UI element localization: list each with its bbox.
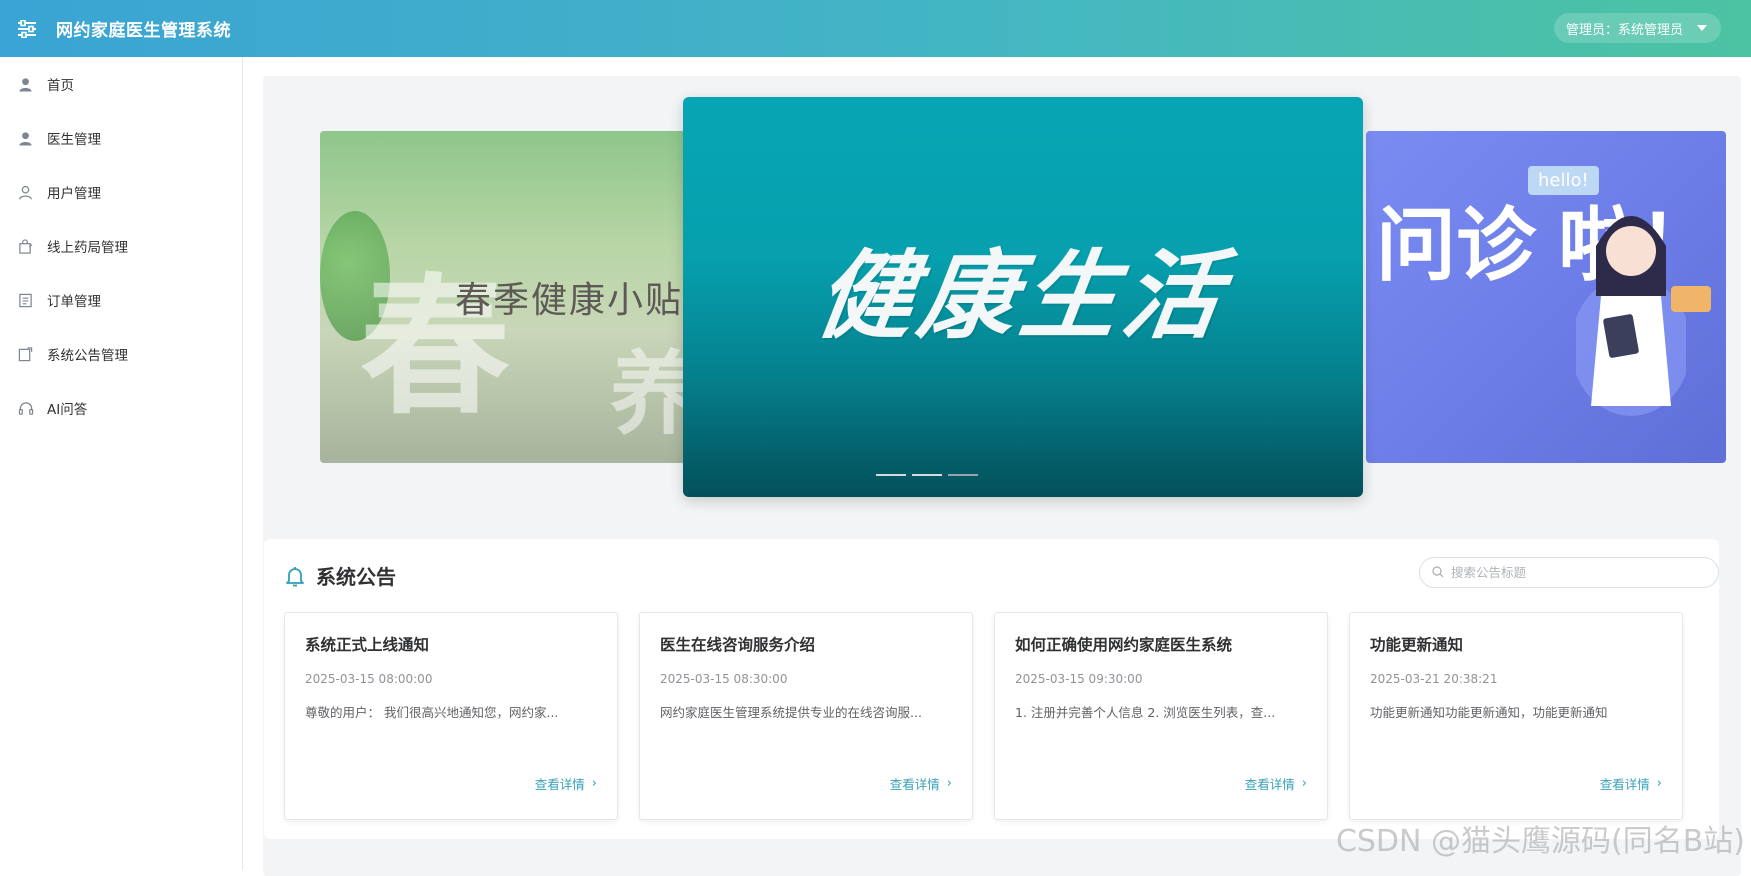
notice-date: 2025-03-15 09:30:00 xyxy=(1015,672,1307,686)
notice-title: 系统正式上线通知 xyxy=(305,633,597,655)
section-header: 系统公告 xyxy=(284,561,396,590)
banner-carousel: 春 养 春季健康小贴 问诊 啦！ hello! 健康生活 xyxy=(263,76,1741,526)
notice-date: 2025-03-15 08:00:00 xyxy=(305,672,597,686)
notice-card[interactable]: 医生在线咨询服务介绍 2025-03-15 08:30:00 网约家庭医生管理系… xyxy=(639,612,973,820)
notice-card[interactable]: 系统正式上线通知 2025-03-15 08:00:00 尊敬的用户： 我们很高… xyxy=(284,612,618,820)
view-details-label: 查看详情 xyxy=(535,774,585,793)
search-input[interactable] xyxy=(1451,565,1701,580)
carousel-indicators xyxy=(876,474,978,476)
shopping-bag-icon xyxy=(17,238,34,255)
user-menu-button[interactable]: 管理员：系统管理员 xyxy=(1554,13,1721,43)
sidebar-item-label: 系统公告管理 xyxy=(47,344,128,364)
sidebar-item-label: 订单管理 xyxy=(47,290,101,310)
user-outline-icon xyxy=(17,184,34,201)
carousel-indicator-active[interactable] xyxy=(948,474,978,476)
view-details-link[interactable]: 查看详情 › xyxy=(535,774,597,793)
carousel-slide-consult[interactable]: 问诊 啦！ hello! xyxy=(1366,131,1726,463)
calligraphy-decoration: 春 xyxy=(360,226,510,443)
slide-caption: 健康生活 xyxy=(809,218,1237,357)
carousel-slide-healthy-life[interactable]: 健康生活 xyxy=(683,97,1363,497)
notice-summary: 1. 注册并完善个人信息 2. 浏览医生列表，查... xyxy=(1015,702,1307,721)
notice-summary: 网约家庭医生管理系统提供专业的在线咨询服... xyxy=(660,702,952,721)
slide-caption: 春季健康小贴 xyxy=(455,271,683,323)
document-icon xyxy=(17,292,34,309)
view-details-label: 查看详情 xyxy=(890,774,940,793)
user-label: 管理员：系统管理员 xyxy=(1566,19,1683,38)
notebook-icon xyxy=(17,346,34,363)
notice-title: 如何正确使用网约家庭医生系统 xyxy=(1015,633,1307,655)
chevron-right-icon: › xyxy=(1302,776,1307,791)
chevron-right-icon: › xyxy=(1657,776,1662,791)
chat-bubble-decoration xyxy=(1671,286,1711,312)
notice-title: 功能更新通知 xyxy=(1370,633,1662,655)
announcements-section: 系统公告 系统正式上线通知 2025-03-15 08:00:00 尊敬的用户：… xyxy=(264,539,1719,839)
sidebar-item-announcements[interactable]: 系统公告管理 xyxy=(0,327,242,381)
sidebar-item-home[interactable]: 首页 xyxy=(0,57,242,111)
notice-card[interactable]: 功能更新通知 2025-03-21 20:38:21 功能更新通知功能更新通知，… xyxy=(1349,612,1683,820)
caret-down-icon xyxy=(1697,25,1707,31)
user-icon xyxy=(17,130,34,147)
carousel-slide-spring[interactable]: 春 养 春季健康小贴 xyxy=(320,131,706,463)
notice-title: 医生在线咨询服务介绍 xyxy=(660,633,952,655)
sidebar-item-label: 用户管理 xyxy=(47,182,101,202)
notice-summary: 功能更新通知功能更新通知，功能更新通知 xyxy=(1370,702,1662,721)
chevron-right-icon: › xyxy=(592,776,597,791)
notice-list: 系统正式上线通知 2025-03-15 08:00:00 尊敬的用户： 我们很高… xyxy=(284,612,1683,820)
carousel-indicator[interactable] xyxy=(876,474,906,476)
sidebar-item-label: 医生管理 xyxy=(47,128,101,148)
user-icon xyxy=(17,76,34,93)
watermark: CSDN @猫头鹰源码(同名B站) xyxy=(1336,816,1745,860)
sidebar-item-pharmacy[interactable]: 线上药局管理 xyxy=(0,219,242,273)
notice-summary: 尊敬的用户： 我们很高兴地通知您，网约家... xyxy=(305,702,597,721)
view-details-label: 查看详情 xyxy=(1600,774,1650,793)
sidebar-item-ai-qa[interactable]: AI问答 xyxy=(0,381,242,435)
notice-date: 2025-03-15 08:30:00 xyxy=(660,672,952,686)
sidebar-item-orders[interactable]: 订单管理 xyxy=(0,273,242,327)
main-content: 春 养 春季健康小贴 问诊 啦！ hello! 健康生活 xyxy=(244,57,1751,870)
search-icon xyxy=(1432,563,1444,582)
section-title: 系统公告 xyxy=(316,561,396,590)
app-title: 网约家庭医生管理系统 xyxy=(56,16,231,41)
chevron-right-icon: › xyxy=(947,776,952,791)
search-box xyxy=(1419,557,1719,588)
bell-icon xyxy=(284,565,306,587)
view-details-link[interactable]: 查看详情 › xyxy=(1600,774,1662,793)
sidebar-item-doctors[interactable]: 医生管理 xyxy=(0,111,242,165)
view-details-label: 查看详情 xyxy=(1245,774,1295,793)
sidebar-item-label: 首页 xyxy=(47,74,74,94)
headset-icon xyxy=(17,400,34,417)
sliders-icon[interactable] xyxy=(14,16,40,42)
view-details-link[interactable]: 查看详情 › xyxy=(1245,774,1307,793)
notice-card[interactable]: 如何正确使用网约家庭医生系统 2025-03-15 09:30:00 1. 注册… xyxy=(994,612,1328,820)
view-details-link[interactable]: 查看详情 › xyxy=(890,774,952,793)
carousel-indicator[interactable] xyxy=(912,474,942,476)
sidebar: 首页 医生管理 用户管理 线上药局管理 订单管理 系统公告管理 AI问答 xyxy=(0,57,243,870)
notice-date: 2025-03-21 20:38:21 xyxy=(1370,672,1662,686)
doctor-illustration xyxy=(1576,186,1686,416)
sidebar-item-label: 线上药局管理 xyxy=(47,236,128,256)
sidebar-item-label: AI问答 xyxy=(47,398,87,418)
sidebar-item-users[interactable]: 用户管理 xyxy=(0,165,242,219)
top-header: 网约家庭医生管理系统 管理员：系统管理员 xyxy=(0,0,1751,57)
